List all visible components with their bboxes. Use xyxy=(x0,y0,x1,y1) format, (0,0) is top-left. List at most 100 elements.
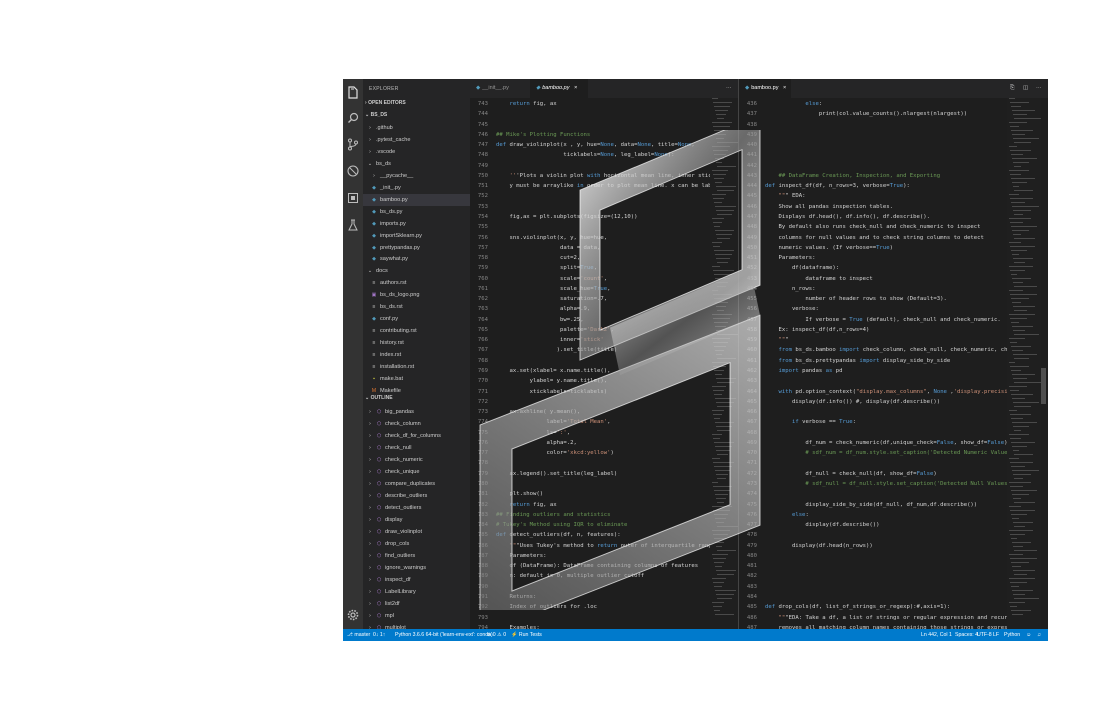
left-editor[interactable]: 743 744 745 746 747 748 749 750 751 752 753 754 755 7… xyxy=(470,98,738,629)
search-icon[interactable] xyxy=(346,112,360,126)
file-tree-item[interactable]: ⌄ docs xyxy=(367,265,388,277)
file-tree-item[interactable]: ≡ bs_ds.rst xyxy=(371,301,403,313)
outline-item[interactable]: › ⬡ big_pandas xyxy=(367,406,414,418)
run-tests-button[interactable]: ⚡ Run Tests xyxy=(511,629,542,641)
code-line[interactable]: ).set_title(title) xyxy=(496,347,618,353)
feedback-icon[interactable]: ☺ xyxy=(1026,629,1031,641)
code-line[interactable]: return fig, ax xyxy=(496,502,556,508)
sync-status[interactable]: 0↓ 1↑ xyxy=(373,629,385,641)
more-actions-icon[interactable]: ··· xyxy=(720,79,738,98)
code-line[interactable]: n: default is 0, multiple outlier cutoff xyxy=(496,573,644,579)
code-line[interactable]: # sdf_num = df_num.style.set_caption('De… xyxy=(765,450,1017,456)
code-line[interactable]: from bs_ds.prettypandas import display_s… xyxy=(765,358,950,364)
code-line[interactable]: ## Finding outliers and statistics xyxy=(496,512,611,518)
open-changes-icon[interactable]: ⎘ xyxy=(1007,79,1021,98)
code-line[interactable]: display(df.head(n_rows)) xyxy=(765,543,873,549)
code-line[interactable]: split=True, xyxy=(496,265,597,271)
left-minimap[interactable] xyxy=(710,98,738,629)
cursor-position[interactable]: Ln 442, Col 1 xyxy=(921,629,952,641)
outline-item[interactable]: › ⬡ display xyxy=(367,514,402,526)
code-line[interactable]: label='Total Mean', xyxy=(496,419,611,425)
code-line[interactable]: """Uses Tukey's method to return outer o… xyxy=(496,543,735,549)
right-editor[interactable]: 436 437 438 439 440 441 442 443 444 445 446 447 448 4… xyxy=(739,98,1048,629)
code-line[interactable]: n_rows: xyxy=(765,286,816,292)
bell-icon[interactable]: ♫ xyxy=(1037,629,1041,641)
file-tree-item[interactable]: ≡ authors.rst xyxy=(371,277,407,289)
code-line[interactable]: def detect_outliers(df, n, features): xyxy=(496,532,621,538)
extensions-icon[interactable] xyxy=(346,192,360,206)
files-icon[interactable] xyxy=(346,86,360,100)
code-line[interactable]: def drop_cols(df, list_of_strings_or_reg… xyxy=(765,604,950,610)
code-line[interactable]: alpha=.9, xyxy=(496,306,590,312)
code-line[interactable]: else: xyxy=(765,101,822,107)
split-editor-icon[interactable]: ◫ xyxy=(1020,79,1034,98)
code-line[interactable]: from bs_ds.bamboo import check_column, c… xyxy=(765,347,1041,353)
code-line[interactable]: cut=2, xyxy=(496,255,580,261)
tab-bamboo-py[interactable]: ◆ bamboo.py × xyxy=(530,79,588,98)
code-line[interactable]: ax.set(xlabel= x.name.title(), xyxy=(496,368,610,374)
code-line[interactable]: if verbose == True: xyxy=(765,419,856,425)
code-line[interactable]: palette='Dark2', xyxy=(496,327,614,333)
code-line[interactable]: ax.axhline( y.mean(), xyxy=(496,409,580,415)
file-tree-item[interactable]: ◆ _init_.py xyxy=(371,182,401,194)
tab-init-py[interactable]: ◆ __init__.py xyxy=(470,79,530,98)
outline-item[interactable]: › ⬡ check_unique xyxy=(367,466,419,478)
code-line[interactable]: '''Plots a violin plot with horizontal m… xyxy=(496,173,735,179)
file-tree-item[interactable]: › .github xyxy=(367,122,393,134)
code-line[interactable]: Displays df.head(), df.info(), df.descri… xyxy=(765,214,930,220)
code-line[interactable]: dataframe to inspect xyxy=(765,276,872,282)
code-line[interactable]: ## Mike's Plotting Functions xyxy=(496,132,590,138)
file-tree-item[interactable]: ≡ history.rst xyxy=(371,337,404,349)
code-line[interactable]: """ EDA: xyxy=(765,193,805,199)
file-tree-item[interactable]: ◆ importSklearn.py xyxy=(371,230,422,242)
outline-section[interactable]: ⌄ OUTLINE xyxy=(365,395,393,401)
code-line[interactable]: saturation=.7, xyxy=(496,296,607,302)
code-line[interactable]: ax.legend().set_title(leg_label) xyxy=(496,471,617,477)
beaker-icon[interactable] xyxy=(346,219,360,233)
root-folder-section[interactable]: ⌄ BS_DS xyxy=(365,112,387,118)
tab-bamboo-py-right[interactable]: ◆ bamboo.py × xyxy=(739,79,791,98)
code-line[interactable]: # Tukey's Method using IQR to eliminate xyxy=(496,522,627,528)
code-line[interactable]: display(df.info()) #, display(df.describ… xyxy=(765,399,940,405)
code-line[interactable]: def inspect_df(df, n_rows=3, verbose=Tru… xyxy=(765,183,910,189)
code-line[interactable]: with pd.option_context("display.max_colu… xyxy=(765,389,1031,395)
outline-item[interactable]: › ⬡ check_column xyxy=(367,418,421,430)
file-tree-item[interactable]: ◆ saywhat.py xyxy=(371,253,408,265)
code-line[interactable]: If verbose = True (default), check_null … xyxy=(765,317,1000,323)
code-line[interactable]: return fig, ax xyxy=(496,101,556,107)
file-tree-item[interactable]: ◆ bamboo.py xyxy=(363,193,470,206)
outline-item[interactable]: › ⬡ detect_outliers xyxy=(367,502,421,514)
code-line[interactable]: ## DataFrame Creation, Inspection, and E… xyxy=(765,173,940,179)
file-tree-item[interactable]: ◆ imports.py xyxy=(371,218,406,230)
code-line[interactable]: data = data, xyxy=(496,245,600,251)
code-line[interactable]: def draw_violinplot(x , y, hue=None, dat… xyxy=(496,142,695,148)
source-control-icon[interactable] xyxy=(346,138,360,152)
right-minimap[interactable] xyxy=(1007,98,1041,629)
code-line[interactable]: ylabel= y.name.title(), xyxy=(496,378,607,384)
outline-item[interactable]: › ⬡ LabelLibrary xyxy=(367,586,416,598)
code-line[interactable]: y must be arraylike in order to plot mea… xyxy=(496,183,735,189)
code-line[interactable]: ls=':', xyxy=(496,430,571,436)
code-line[interactable]: display_side_by_side(df_null, df_num,df.… xyxy=(765,502,977,508)
outline-item[interactable]: › ⬡ inspect_df xyxy=(367,574,410,586)
code-line[interactable]: Parameters: xyxy=(765,255,815,261)
code-line[interactable]: import pandas as pd xyxy=(765,368,842,374)
code-line[interactable]: else: xyxy=(765,512,809,518)
problems-status[interactable]: ⊗ 0 ⚠ 0 xyxy=(487,629,506,641)
code-line[interactable]: Index of outliers for .loc xyxy=(496,604,597,610)
scrollbar-thumb[interactable] xyxy=(1041,368,1046,404)
code-line[interactable]: df (DataFrame): DataFrame containing col… xyxy=(496,563,698,569)
code-line[interactable]: df_num = check_numeric(df,unique_check=F… xyxy=(765,440,1007,446)
outline-item[interactable]: › ⬡ find_outliers xyxy=(367,550,415,562)
code-line[interactable]: sns.violinplot(x, y, hue=hue, xyxy=(496,235,607,241)
file-tree-item[interactable]: ◆ conf.py xyxy=(371,313,398,325)
outline-item[interactable]: › ⬡ describe_outliers xyxy=(367,490,427,502)
code-line[interactable]: color='xkcd:yellow') xyxy=(496,450,614,456)
code-line[interactable]: plt.show() xyxy=(496,491,543,497)
outline-item[interactable]: › ⬡ multiplot xyxy=(367,622,406,629)
code-line[interactable]: alpha=.2, xyxy=(496,440,577,446)
code-line[interactable]: scale='count', xyxy=(496,276,607,282)
file-tree-item[interactable]: › .pytest_cache xyxy=(367,134,410,146)
code-line[interactable]: numeric values. (If verbose==True) xyxy=(765,245,893,251)
code-line[interactable]: Ex: inspect_df(df,n_rows=4) xyxy=(765,327,869,333)
